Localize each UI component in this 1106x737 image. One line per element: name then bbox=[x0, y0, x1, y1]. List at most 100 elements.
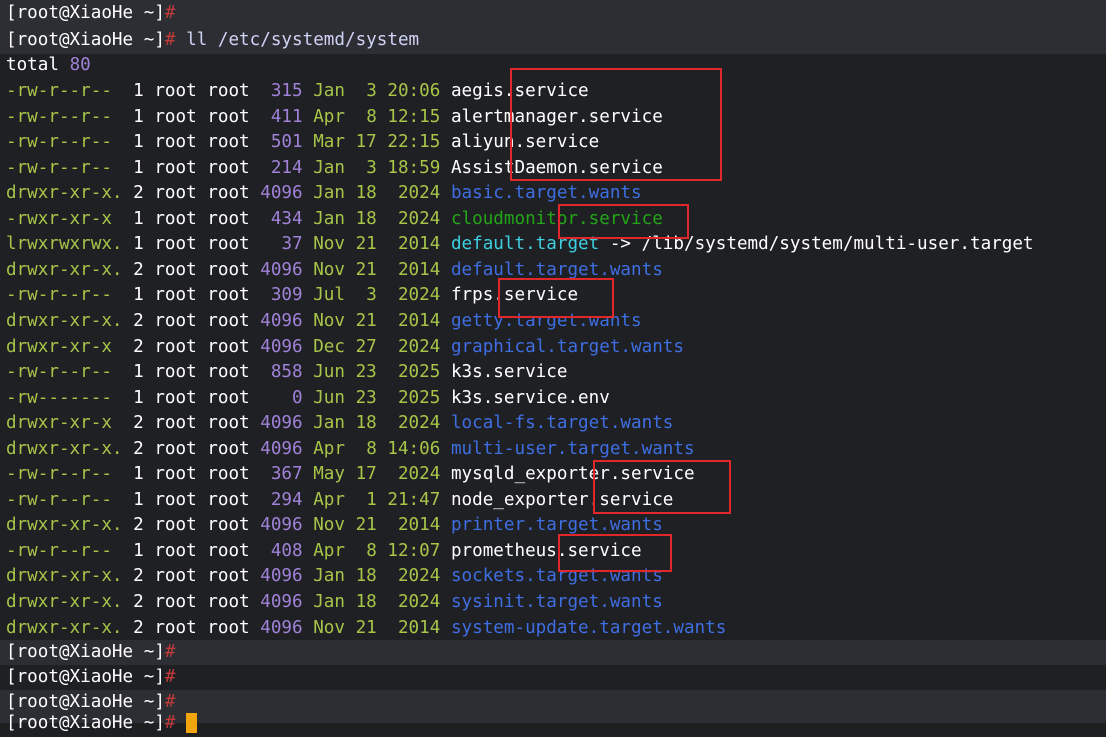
file-name: sysinit.target.wants bbox=[450, 592, 663, 612]
group: root bbox=[207, 387, 250, 408]
link-count: 1 bbox=[133, 387, 144, 408]
mod-day: 3 bbox=[366, 157, 377, 178]
mod-day: 23 bbox=[355, 387, 377, 408]
terminal-window[interactable]: [root@XiaoHe ~]# [root@XiaoHe ~]# ll /et… bbox=[0, 0, 1106, 733]
link-count: 1 bbox=[133, 157, 144, 178]
mod-month: Nov bbox=[313, 617, 345, 638]
mod-time: 2024 bbox=[397, 413, 441, 434]
file-name: default.target.wants bbox=[450, 259, 663, 280]
mod-month: Nov bbox=[313, 234, 345, 255]
mod-month: Mar bbox=[313, 132, 345, 153]
link-count: 1 bbox=[133, 106, 144, 127]
permissions: drwxr-xr-x. bbox=[6, 566, 123, 587]
mod-month: Jan bbox=[313, 413, 345, 434]
permissions: -rwxr-xr-x bbox=[6, 208, 112, 229]
list-item: drwxr-xr-x. 2 root root 4096 Apr 8 14:06… bbox=[6, 437, 695, 463]
active-prompt-line[interactable]: [root@XiaoHe ~]# bbox=[6, 711, 198, 737]
list-item: lrwxrwxrwx. 1 root root 37 Nov 21 2014 d… bbox=[6, 232, 1034, 258]
permissions: -rw-r--r-- bbox=[6, 132, 112, 153]
list-item: drwxr-xr-x. 2 root root 4096 Nov 21 2014… bbox=[6, 513, 663, 539]
owner: root bbox=[154, 132, 197, 153]
list-item: -rw-r--r-- 1 root root 294 Apr 1 21:47 n… bbox=[6, 488, 673, 514]
file-name: cloudmonitor.service bbox=[450, 208, 663, 229]
mod-month: Apr bbox=[313, 438, 345, 459]
file-size: 214 bbox=[270, 157, 303, 178]
prompt-line: [root@XiaoHe ~]# bbox=[6, 642, 176, 662]
file-size: 4096 bbox=[260, 617, 303, 638]
prompt-dir: ~ bbox=[143, 713, 155, 733]
mod-time: 12:15 bbox=[387, 106, 441, 127]
permissions: drwxr-xr-x bbox=[6, 413, 112, 434]
text-cursor bbox=[186, 713, 198, 733]
list-item: -rw-r--r-- 1 root root 408 Apr 8 12:07 p… bbox=[6, 539, 642, 565]
owner: root bbox=[154, 515, 197, 536]
prompt-dir: ~ bbox=[143, 642, 155, 662]
file-size: 315 bbox=[270, 81, 303, 101]
command-text: ll /etc/systemd/system bbox=[186, 30, 420, 50]
file-name: multi-user.target.wants bbox=[450, 438, 695, 459]
permissions: drwxr-xr-x. bbox=[6, 438, 123, 459]
file-size: 4096 bbox=[260, 566, 303, 587]
mod-time: 2014 bbox=[397, 515, 441, 536]
mod-month: Jan bbox=[313, 208, 345, 229]
permissions: -rw-r--r-- bbox=[6, 464, 112, 485]
mod-month: May bbox=[313, 464, 345, 485]
file-name: aliyun.service bbox=[450, 132, 600, 153]
mod-month: Jun bbox=[313, 387, 345, 408]
group: root bbox=[207, 413, 250, 434]
file-name: frps.service bbox=[450, 285, 579, 306]
total-value: 80 bbox=[69, 55, 91, 75]
owner: root bbox=[154, 336, 197, 357]
prompt-user-host: root@XiaoHe bbox=[16, 30, 134, 50]
mod-day: 21 bbox=[355, 515, 377, 536]
file-name: basic.target.wants bbox=[450, 183, 642, 204]
mod-month: Jan bbox=[313, 566, 345, 587]
mod-time: 21:47 bbox=[387, 489, 441, 510]
mod-time: 2025 bbox=[397, 387, 441, 408]
mod-time: 2014 bbox=[397, 310, 441, 331]
mod-time: 12:07 bbox=[387, 540, 441, 561]
group: root bbox=[207, 157, 250, 178]
permissions: drwxr-xr-x. bbox=[6, 183, 123, 204]
owner: root bbox=[154, 157, 197, 178]
link-count: 1 bbox=[133, 132, 144, 153]
file-name: mysqld_exporter.service bbox=[450, 464, 695, 485]
mod-time: 2014 bbox=[397, 259, 441, 280]
list-item: -rw-r--r-- 1 root root 367 May 17 2024 m… bbox=[6, 462, 695, 488]
file-name: printer.target.wants bbox=[450, 515, 663, 536]
prompt-hash: # bbox=[164, 713, 176, 733]
mod-month: Jan bbox=[313, 183, 345, 204]
list-item: drwxr-xr-x 2 root root 4096 Jan 18 2024 … bbox=[6, 411, 673, 437]
mod-time: 2024 bbox=[397, 208, 441, 229]
permissions: -rw-r--r-- bbox=[6, 540, 112, 561]
list-item: drwxr-xr-x. 2 root root 4096 Nov 21 2014… bbox=[6, 309, 642, 335]
link-count: 2 bbox=[133, 515, 144, 536]
mod-month: Nov bbox=[313, 515, 345, 536]
link-count: 1 bbox=[133, 208, 144, 229]
group: root bbox=[207, 489, 250, 510]
list-item: -rw-r--r-- 1 root root 315 Jan 3 20:06 a… bbox=[6, 79, 589, 105]
link-count: 1 bbox=[133, 234, 144, 255]
permissions: drwxr-xr-x. bbox=[6, 592, 123, 612]
owner: root bbox=[154, 106, 197, 127]
total-label: total bbox=[6, 55, 59, 75]
list-item: drwxr-xr-x. 2 root root 4096 Nov 21 2014… bbox=[6, 258, 663, 284]
group: root bbox=[207, 540, 250, 561]
owner: root bbox=[154, 208, 197, 229]
prompt-user-host: root@XiaoHe bbox=[16, 3, 134, 23]
file-size: 4096 bbox=[260, 336, 303, 357]
prompt-hash: # bbox=[164, 667, 176, 687]
list-item: -rw-r--r-- 1 root root 858 Jun 23 2025 k… bbox=[6, 360, 567, 386]
file-size: 4096 bbox=[260, 592, 303, 612]
link-count: 1 bbox=[133, 81, 144, 101]
group: root bbox=[207, 132, 250, 153]
file-name: system-update.target.wants bbox=[450, 617, 727, 638]
permissions: lrwxrwxrwx. bbox=[6, 234, 123, 255]
group: root bbox=[207, 566, 250, 587]
link-count: 1 bbox=[133, 540, 144, 561]
file-size: 37 bbox=[281, 234, 303, 255]
mod-time: 2024 bbox=[397, 183, 441, 204]
file-size: 294 bbox=[270, 489, 303, 510]
prompt-hash: # bbox=[164, 642, 176, 662]
group: root bbox=[207, 592, 250, 612]
